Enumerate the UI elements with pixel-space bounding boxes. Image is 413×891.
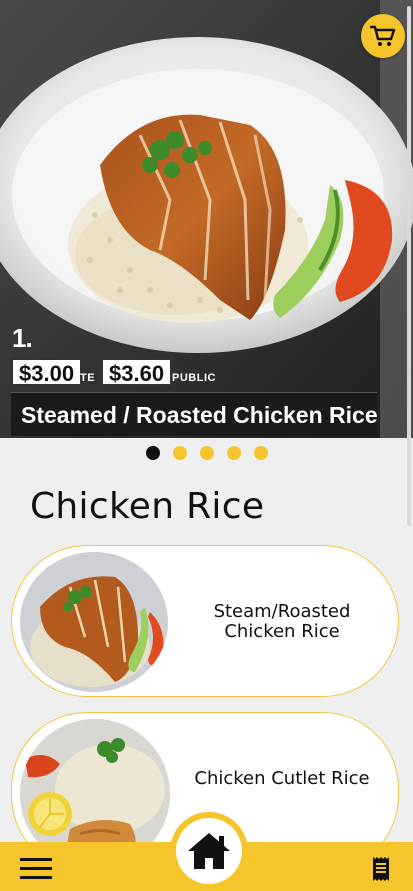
price-suffix-public: PUBLIC (172, 372, 216, 384)
cart-button[interactable] (361, 14, 405, 58)
item-number: 1. (12, 323, 33, 353)
menu-item-card[interactable]: Steam/Roasted Chicken Rice (11, 545, 399, 697)
home-button[interactable] (170, 812, 248, 890)
menu-item-thumbnail (20, 552, 168, 692)
hero-carousel[interactable]: 1. $3.00 TE $3.60 PUBLIC Steamed / Roast… (0, 0, 413, 438)
price-suffix-member: TE (80, 372, 96, 384)
receipt-icon[interactable] (371, 856, 391, 882)
dish-name-banner: Steamed / Roasted Chicken Rice (11, 392, 377, 436)
hamburger-menu-icon[interactable] (20, 856, 52, 880)
home-button-inner (176, 818, 242, 884)
section-title: Chicken Rice (30, 486, 265, 527)
cart-icon (370, 25, 396, 46)
carousel-dot-5[interactable] (254, 446, 268, 460)
chicken-rice-image (20, 552, 168, 692)
menu-item-label: Steam/Roasted Chicken Rice (213, 601, 351, 642)
carousel-dots (146, 446, 268, 460)
carousel-dot-4[interactable] (227, 446, 241, 460)
carousel-dot-1[interactable] (146, 446, 160, 460)
home-icon (188, 833, 230, 869)
app-screen: 1. $3.00 TE $3.60 PUBLIC Steamed / Roast… (0, 0, 413, 891)
carousel-dot-2[interactable] (173, 446, 187, 460)
page-scrollbar[interactable] (407, 6, 411, 526)
price-tag-member: $3.00 (11, 358, 83, 386)
carousel-dot-3[interactable] (200, 446, 214, 460)
price-tag-public: $3.60 (101, 358, 173, 386)
